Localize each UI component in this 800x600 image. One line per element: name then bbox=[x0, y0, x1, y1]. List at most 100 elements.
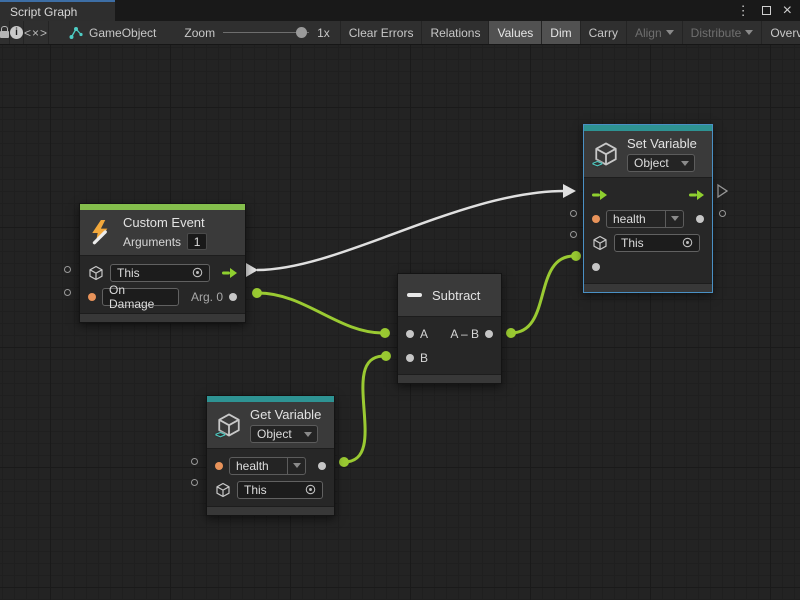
wire-endpoint[interactable] bbox=[252, 288, 262, 298]
variable-name-dropdown[interactable]: health bbox=[606, 210, 684, 228]
node-footer bbox=[584, 283, 712, 292]
variable-icon: <> bbox=[216, 412, 242, 438]
maximize-icon[interactable] bbox=[762, 6, 771, 15]
variable-kind-dropdown[interactable]: Object bbox=[250, 425, 318, 443]
align-dropdown[interactable]: Align bbox=[627, 21, 683, 44]
target-field[interactable]: This bbox=[110, 264, 210, 282]
node-footer bbox=[207, 506, 334, 515]
graph-canvas[interactable]: Custom Event Arguments 1 This bbox=[0, 45, 800, 600]
flow-output-port[interactable] bbox=[689, 190, 704, 200]
port-ring[interactable] bbox=[191, 479, 198, 486]
port-ring[interactable] bbox=[570, 231, 577, 238]
dropdown-split[interactable] bbox=[665, 211, 679, 227]
result-output-port[interactable] bbox=[485, 330, 493, 338]
values-toggle[interactable]: Values bbox=[489, 21, 542, 44]
target-field[interactable]: This bbox=[614, 234, 700, 252]
overview-button[interactable]: Overv bbox=[762, 21, 800, 44]
graph-target-selector[interactable]: GameObject bbox=[49, 21, 170, 44]
port-ring[interactable] bbox=[191, 458, 198, 465]
button-label: Dim bbox=[550, 26, 571, 40]
event-port[interactable] bbox=[88, 293, 96, 301]
inspect-button[interactable]: i bbox=[10, 21, 24, 44]
arguments-input[interactable]: 1 bbox=[187, 233, 207, 250]
value-output-port[interactable] bbox=[696, 215, 704, 223]
arg-output-port[interactable] bbox=[229, 293, 237, 301]
wire-endpoint[interactable] bbox=[381, 351, 391, 361]
object-picker-icon[interactable] bbox=[682, 237, 693, 248]
node-get-variable[interactable]: <> Get Variable Object health bbox=[206, 395, 335, 516]
script-graph-window: Script Graph ⋮ × i <×> GameObject bbox=[0, 0, 800, 600]
distribute-dropdown[interactable]: Distribute bbox=[683, 21, 763, 44]
name-input-port[interactable] bbox=[215, 462, 223, 470]
node-header: Subtract bbox=[398, 274, 501, 317]
button-label: Relations bbox=[430, 26, 480, 40]
input-b-label: B bbox=[420, 351, 428, 365]
dropdown-value: Object bbox=[634, 156, 669, 170]
node-subtract[interactable]: Subtract A A – B B bbox=[397, 273, 502, 384]
edit-graph-button[interactable]: <×> bbox=[24, 21, 49, 44]
arguments-label: Arguments bbox=[123, 235, 181, 249]
flow-output-port[interactable] bbox=[222, 268, 237, 278]
flow-output-arrow-port[interactable] bbox=[246, 263, 258, 277]
field-value: This bbox=[244, 483, 267, 497]
port-ring[interactable] bbox=[570, 210, 577, 217]
variable-name-dropdown[interactable]: health bbox=[229, 457, 306, 475]
window-controls: ⋮ × bbox=[737, 0, 800, 21]
object-picker-icon[interactable] bbox=[192, 267, 203, 278]
flow-input-port[interactable] bbox=[592, 190, 607, 200]
object-picker-icon[interactable] bbox=[305, 484, 316, 495]
wire-endpoint[interactable] bbox=[506, 328, 516, 338]
node-set-variable[interactable]: <> Set Variable Object bbox=[583, 124, 713, 293]
cube-icon bbox=[215, 482, 231, 498]
input-b-port[interactable] bbox=[406, 354, 414, 362]
relations-button[interactable]: Relations bbox=[422, 21, 489, 44]
carry-toggle[interactable]: Carry bbox=[581, 21, 627, 44]
node-title: Get Variable bbox=[250, 407, 321, 422]
input-a-port[interactable] bbox=[406, 330, 414, 338]
value-input-port[interactable] bbox=[592, 263, 600, 271]
wire-endpoint[interactable] bbox=[380, 328, 390, 338]
subtract-icon bbox=[407, 293, 422, 297]
node-body: health This bbox=[207, 449, 334, 506]
cube-icon bbox=[88, 265, 104, 281]
node-custom-event[interactable]: Custom Event Arguments 1 This bbox=[79, 203, 246, 323]
flow-output-port-empty[interactable] bbox=[718, 185, 727, 197]
tab-label: Script Graph bbox=[10, 5, 77, 19]
close-icon[interactable]: × bbox=[783, 3, 792, 19]
field-value: This bbox=[621, 236, 644, 250]
node-title: Subtract bbox=[432, 288, 480, 303]
event-name-field[interactable]: On Damage bbox=[102, 288, 179, 306]
target-field[interactable]: This bbox=[237, 481, 323, 499]
zoom-slider-knob[interactable] bbox=[296, 27, 307, 38]
lock-icon bbox=[0, 31, 9, 38]
name-input-port[interactable] bbox=[592, 215, 600, 223]
port-ring[interactable] bbox=[719, 210, 726, 217]
titlebar: Script Graph ⋮ × bbox=[0, 0, 800, 21]
chevron-down-icon bbox=[666, 30, 674, 35]
tab-script-graph[interactable]: Script Graph bbox=[0, 0, 115, 21]
port-ring[interactable] bbox=[64, 266, 71, 273]
wire-endpoint[interactable] bbox=[339, 457, 349, 467]
kebab-menu-icon[interactable]: ⋮ bbox=[737, 4, 750, 17]
zoom-slider[interactable] bbox=[223, 32, 309, 33]
field-value: This bbox=[117, 266, 140, 280]
dropdown-value: Object bbox=[257, 427, 292, 441]
lock-button[interactable] bbox=[0, 21, 10, 44]
zoom-control: Zoom 1x bbox=[170, 21, 339, 44]
wire-endpoint[interactable] bbox=[571, 251, 581, 261]
dim-toggle[interactable]: Dim bbox=[542, 21, 580, 44]
chevron-down-icon bbox=[681, 161, 689, 166]
node-body: A A – B B bbox=[398, 317, 501, 374]
port-ring[interactable] bbox=[64, 289, 71, 296]
arg-port-label: Arg. 0 bbox=[191, 290, 223, 304]
node-header: <> Get Variable Object bbox=[207, 402, 334, 449]
chevron-down-icon bbox=[293, 463, 301, 468]
flow-input-arrow-port[interactable] bbox=[563, 184, 576, 198]
clear-errors-button[interactable]: Clear Errors bbox=[341, 21, 423, 44]
value-output-port[interactable] bbox=[318, 462, 326, 470]
info-icon: i bbox=[10, 26, 23, 39]
dropdown-split[interactable] bbox=[287, 458, 301, 474]
variable-kind-dropdown[interactable]: Object bbox=[627, 154, 695, 172]
code-badge-icon: <> bbox=[592, 159, 602, 170]
graph-target-label: GameObject bbox=[89, 26, 156, 40]
